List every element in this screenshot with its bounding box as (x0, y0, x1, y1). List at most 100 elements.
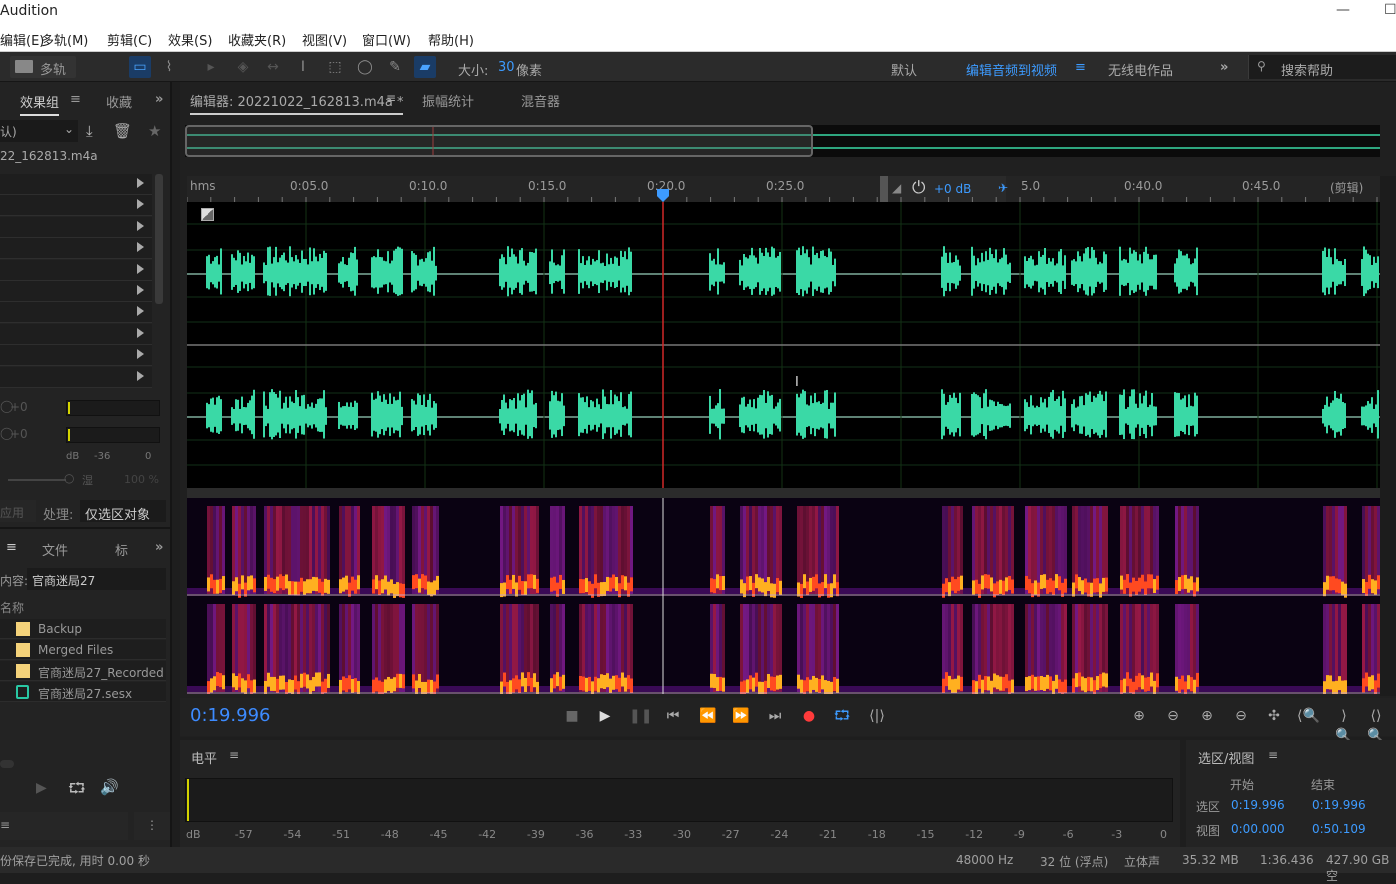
time-ruler[interactable]: hms 0:05.0 0:10.0 0:15.0 0:20.0 0:25.0 5… (187, 176, 1380, 202)
spectral-view-icon[interactable]: ⌇ (158, 56, 180, 78)
loop-preview-icon[interactable]: ⮔ (68, 778, 86, 803)
effect-slot[interactable] (0, 216, 152, 238)
maximize-button[interactable]: ☐ (1384, 2, 1396, 18)
favorite-star-icon[interactable]: ★ (148, 122, 161, 140)
zoom-selection-icon[interactable]: ✣ (1263, 706, 1285, 726)
save-preset-icon[interactable]: ⤓ (86, 122, 93, 140)
menu-help[interactable]: 帮助(H) (428, 30, 474, 49)
slot-menu-arrow-icon[interactable] (137, 349, 144, 360)
channel-toggle-icon[interactable] (201, 208, 214, 221)
tab-favorites[interactable]: 收藏 (106, 92, 132, 111)
name-column-header[interactable]: 名称 (0, 599, 24, 616)
slot-menu-arrow-icon[interactable] (137, 306, 144, 317)
fast-forward-button[interactable]: ⏩ (730, 706, 752, 726)
file-item[interactable]: 官商迷局27_Recorded (0, 661, 166, 681)
tab-mixer[interactable]: 混音器 (521, 91, 560, 110)
selection-view-menu-icon[interactable]: ≡ (1268, 748, 1278, 762)
lasso-tool-icon[interactable]: ◯ (354, 56, 376, 78)
mix-slider-handle[interactable]: ○ (64, 471, 74, 485)
slot-menu-arrow-icon[interactable] (137, 263, 144, 274)
zoom-out-point-icon[interactable]: ⟩🔍 (1333, 706, 1355, 744)
view-splitter[interactable] (187, 488, 1380, 498)
delete-preset-icon[interactable]: 🗑 (113, 122, 132, 140)
spectral-display[interactable] (187, 498, 1380, 696)
slip-tool-icon[interactable]: ↔ (262, 56, 284, 78)
stop-button[interactable]: ■ (561, 706, 583, 726)
play-preview-icon[interactable]: ▶ (36, 780, 47, 796)
file-item[interactable]: 官商迷局27.sesx (0, 682, 166, 702)
rewind-button[interactable]: ⏪ (697, 706, 719, 726)
slot-menu-arrow-icon[interactable] (137, 199, 144, 210)
effect-slot[interactable] (0, 259, 152, 281)
zoom-in-time-icon[interactable]: ⊕ (1196, 706, 1218, 726)
multitrack-button[interactable]: 多轨 (10, 56, 76, 78)
editor-menu-icon[interactable]: ≡ (386, 91, 396, 105)
effect-slot[interactable] (0, 366, 152, 388)
preset-dropdown[interactable]: 认) ⌄ (0, 120, 78, 142)
process-dropdown[interactable]: 仅选区对象 (80, 500, 166, 523)
effect-slot[interactable] (0, 195, 152, 217)
selection-start-field[interactable]: 0:19.996 (1231, 798, 1285, 812)
files-overflow-icon[interactable]: » (155, 540, 163, 555)
workspace-default[interactable]: 默认 (891, 60, 917, 79)
current-time-display[interactable]: 0:19.996 (190, 705, 271, 726)
play-button[interactable]: ▶ (594, 706, 616, 726)
files-scrollbar[interactable] (0, 760, 14, 768)
effect-slot[interactable] (0, 174, 152, 195)
effects-rack-menu-icon[interactable]: ≡ (70, 92, 81, 107)
panel-overflow-icon[interactable]: » (155, 92, 163, 107)
menu-multitrack[interactable]: 多轨(M) (41, 30, 88, 49)
workspace-radio-production[interactable]: 无线电作品 (1108, 60, 1173, 79)
minimize-button[interactable]: — (1336, 2, 1350, 18)
slot-menu-arrow-icon[interactable] (137, 285, 144, 295)
menu-effects[interactable]: 效果(S) (168, 30, 212, 49)
panel-options-icon[interactable]: ⋮ (146, 818, 158, 832)
brush-size-value[interactable]: 30 (498, 60, 515, 75)
effect-slot[interactable] (0, 323, 152, 345)
files-menu-icon[interactable]: ≡ (6, 540, 17, 555)
spot-healing-tool-icon[interactable]: ▰ (414, 56, 436, 78)
tab-editor[interactable]: 编辑器: 20221022_162813.m4a * (190, 91, 404, 115)
slot-menu-arrow-icon[interactable] (137, 370, 144, 381)
workspace-edit-audio-to-video[interactable]: 编辑音频到视频 (966, 60, 1057, 79)
slot-menu-arrow-icon[interactable] (137, 327, 144, 338)
menu-favorites[interactable]: 收藏夹(R) (228, 30, 286, 49)
tab-effects-rack[interactable]: 效果组 (20, 92, 60, 116)
search-help-input[interactable]: ⚲ 搜索帮助 (1248, 55, 1396, 79)
effects-scrollbar[interactable] (155, 174, 163, 304)
zoom-full-icon[interactable]: ⟨⟩🔍 (1365, 706, 1387, 744)
file-item[interactable]: Merged Files (0, 640, 166, 660)
menu-window[interactable]: 窗口(W) (362, 30, 411, 49)
slot-menu-arrow-icon[interactable] (137, 178, 144, 188)
record-button[interactable]: ● (798, 706, 820, 726)
zoom-in-amplitude-icon[interactable]: ⊕ (1128, 706, 1150, 726)
menu-edit[interactable]: 编辑(E) (0, 30, 44, 49)
auto-play-icon[interactable]: 🔊 (100, 778, 119, 796)
panel-menu-icon[interactable]: ≡ (0, 818, 10, 832)
move-tool-icon[interactable]: ▸ (200, 56, 222, 78)
tab-markers[interactable]: 标 (115, 540, 128, 559)
go-to-end-button[interactable]: ⏭ (764, 706, 786, 726)
effect-slot[interactable] (0, 345, 152, 367)
content-dropdown[interactable]: 官商迷局27 (27, 568, 166, 590)
file-item[interactable]: Backup (0, 619, 166, 639)
time-selection-tool-icon[interactable]: I (292, 56, 314, 78)
selection-end-field[interactable]: 0:19.996 (1312, 798, 1366, 812)
skip-selection-button[interactable]: ⟨|⟩ (866, 706, 888, 726)
amplitude-scale[interactable] (1380, 176, 1396, 696)
loop-button[interactable]: ⮔ (831, 706, 853, 726)
zoom-out-amplitude-icon[interactable]: ⊖ (1162, 706, 1184, 726)
effect-slot[interactable] (0, 238, 152, 260)
waveform-view-icon[interactable]: ▭ (129, 56, 151, 78)
mix-slider[interactable] (8, 479, 66, 481)
effect-slot[interactable] (0, 281, 152, 302)
razor-tool-icon[interactable]: ◈ (232, 56, 254, 78)
zoom-out-time-icon[interactable]: ⊖ (1230, 706, 1252, 726)
slot-menu-arrow-icon[interactable] (137, 242, 144, 253)
slot-menu-arrow-icon[interactable] (137, 220, 144, 231)
overview-view-range[interactable] (185, 125, 813, 157)
workspace-menu-icon[interactable]: ≡ (1075, 60, 1086, 75)
view-end-field[interactable]: 0:50.109 (1312, 822, 1366, 836)
go-to-start-button[interactable]: ⏮ (662, 706, 684, 726)
view-start-field[interactable]: 0:00.000 (1231, 822, 1285, 836)
